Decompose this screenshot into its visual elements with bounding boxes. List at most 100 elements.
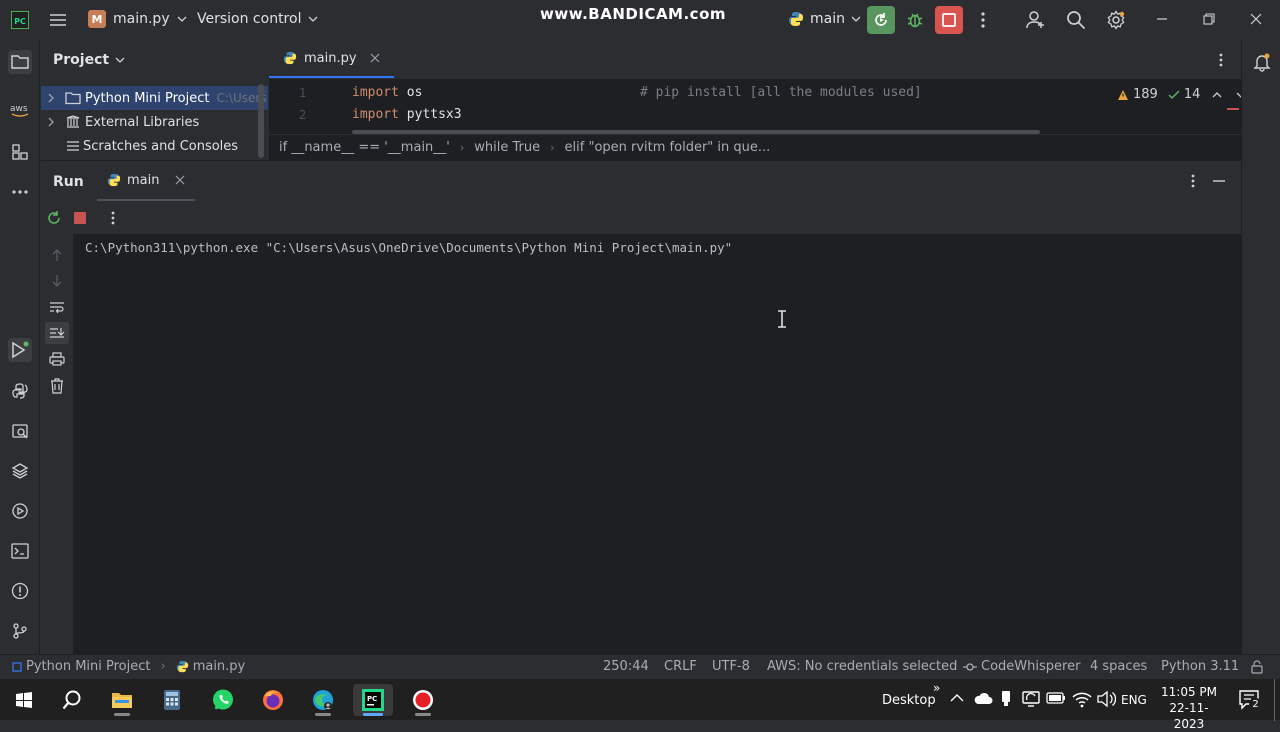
show-hidden-icons-chevron-icon[interactable] (950, 693, 964, 703)
aws-connection-status[interactable]: AWS: No credentials selected (767, 659, 957, 674)
close-tab-icon[interactable] (370, 53, 380, 63)
indent-setting[interactable]: 4 spaces (1090, 659, 1147, 674)
restore-icon[interactable] (1202, 12, 1216, 26)
tree-item-project-root[interactable]: Python Mini Project C:\Users (41, 86, 268, 110)
main-menu-icon[interactable] (48, 11, 68, 29)
git-branch-icon[interactable] (8, 619, 32, 643)
bandicam-record-icon[interactable] (403, 684, 443, 716)
status-project-name: Python Mini Project (26, 659, 151, 674)
aws-toolkit-icon[interactable]: aws (8, 98, 32, 122)
breadcrumb-item[interactable]: elif "open rvitm folder" in que... (565, 140, 771, 155)
python-console-icon[interactable] (8, 419, 32, 443)
file-encoding[interactable]: UTF-8 (712, 659, 750, 674)
show-desktop-divider[interactable] (1274, 679, 1275, 721)
settings-gear-icon[interactable] (1106, 10, 1126, 30)
vcs-widget[interactable]: Version control (197, 11, 318, 27)
debug-icon[interactable] (905, 10, 925, 30)
volume-speaker-icon[interactable] (1096, 690, 1116, 708)
error-stripe-marker[interactable] (1227, 108, 1239, 110)
notification-center-icon[interactable]: 2 (1238, 689, 1262, 711)
run-more-icon[interactable] (105, 210, 121, 226)
lock-icon[interactable] (1250, 660, 1264, 674)
run-tool-icon[interactable] (8, 338, 32, 362)
scroll-up-icon[interactable] (50, 248, 64, 262)
stop-button[interactable] (935, 6, 963, 34)
editor-tab-main[interactable]: main.py (269, 40, 394, 78)
battery-icon[interactable] (1046, 692, 1066, 704)
soft-wrap-icon[interactable] (49, 300, 65, 314)
onedrive-cloud-icon[interactable] (973, 692, 993, 706)
run-window-options-icon[interactable] (1185, 173, 1201, 189)
print-icon[interactable] (49, 352, 65, 366)
more-actions-icon[interactable] (975, 11, 991, 29)
display-icon[interactable] (1021, 690, 1041, 708)
edge-browser-icon[interactable] (303, 684, 343, 716)
stop-icon[interactable] (74, 212, 86, 224)
search-icon[interactable] (1066, 10, 1086, 30)
wifi-icon[interactable] (1072, 690, 1092, 708)
whatsapp-icon[interactable] (203, 684, 243, 716)
chevron-up-icon[interactable] (1212, 91, 1222, 99)
taskbar-clock[interactable]: 11:05 PM 22-11-2023 (1156, 684, 1222, 732)
structure-icon[interactable] (8, 140, 32, 164)
breadcrumb-separator-icon: › (550, 141, 555, 154)
layers-icon[interactable] (8, 459, 32, 483)
trash-icon[interactable] (50, 378, 64, 394)
breadcrumb-item[interactable]: while True (474, 140, 540, 155)
pycharm-logo[interactable]: PC (11, 11, 29, 29)
rerun-button[interactable] (867, 6, 895, 34)
breadcrumb: if __name__ == '__main__' › while True ›… (269, 134, 1241, 160)
code-line[interactable]: import pyttsx3 (352, 107, 462, 122)
pycharm-taskbar-icon[interactable]: PC (353, 684, 393, 716)
calculator-icon[interactable] (152, 684, 192, 716)
run-tab-main[interactable]: main (97, 161, 196, 201)
python-packages-icon[interactable] (8, 379, 32, 403)
notifications-bell-icon[interactable] (1252, 52, 1272, 72)
caret-position[interactable]: 250:44 (603, 659, 649, 674)
close-icon[interactable] (1249, 12, 1263, 26)
project-widget[interactable]: M main.py (88, 10, 187, 28)
breadcrumb-item[interactable]: if __name__ == '__main__' (279, 140, 450, 155)
minimize-icon[interactable] (1155, 12, 1169, 26)
project-panel-scrollbar[interactable] (258, 84, 264, 158)
running-indicator (114, 713, 130, 716)
tree-item-external-libraries[interactable]: External Libraries (41, 110, 199, 134)
desktop-toolbar-label[interactable]: Desktop (882, 693, 936, 708)
run-config-selector[interactable]: main (788, 11, 861, 27)
running-indicator (315, 713, 331, 716)
project-folder-icon[interactable] (8, 50, 32, 74)
inspection-widget[interactable]: 189 14 (1117, 87, 1241, 102)
terminal-icon[interactable] (8, 539, 32, 563)
problems-icon[interactable] (8, 579, 32, 603)
file-explorer-icon[interactable] (102, 684, 142, 716)
services-icon[interactable] (8, 499, 32, 523)
status-project-breadcrumb[interactable]: Python Mini Project › main.py (12, 659, 245, 674)
line-separator[interactable]: CRLF (664, 659, 697, 674)
notification-count-badge: 2 (1249, 698, 1262, 711)
codewhisperer-status[interactable]: CodeWhisperer (962, 659, 1080, 674)
scroll-to-end-icon[interactable] (45, 322, 69, 344)
scroll-down-icon[interactable] (50, 274, 64, 288)
warning-count: 189 (1133, 87, 1158, 102)
tree-item-scratches[interactable]: Scratches and Consoles (41, 134, 238, 158)
python-interpreter[interactable]: Python 3.11 (1161, 659, 1239, 674)
windows-start-icon[interactable] (4, 684, 44, 716)
code-line[interactable]: import os (352, 85, 422, 100)
code-editor[interactable]: 1 2 import os # pip install [all the mod… (269, 80, 1241, 134)
check-icon (1168, 89, 1180, 99)
run-config-label: main (810, 11, 845, 27)
console-output[interactable]: C:\Python311\python.exe "C:\Users\Asus\O… (73, 234, 1241, 654)
project-panel-header[interactable]: Project (53, 52, 125, 68)
firefox-icon[interactable] (253, 684, 293, 716)
chevron-down-icon (177, 16, 187, 22)
input-language[interactable]: ENG (1121, 693, 1147, 707)
rerun-icon[interactable] (46, 210, 62, 226)
taskbar-search-icon[interactable] (52, 684, 92, 716)
add-user-icon[interactable] (1026, 10, 1046, 30)
close-tab-icon[interactable] (175, 175, 185, 185)
usb-device-icon[interactable] (1000, 690, 1012, 708)
more-tools-icon[interactable] (8, 180, 32, 204)
editor-tabs-more-icon[interactable] (1213, 52, 1229, 68)
toolbar-expand-icon[interactable]: » (933, 681, 940, 695)
hide-panel-icon[interactable] (1211, 173, 1227, 189)
